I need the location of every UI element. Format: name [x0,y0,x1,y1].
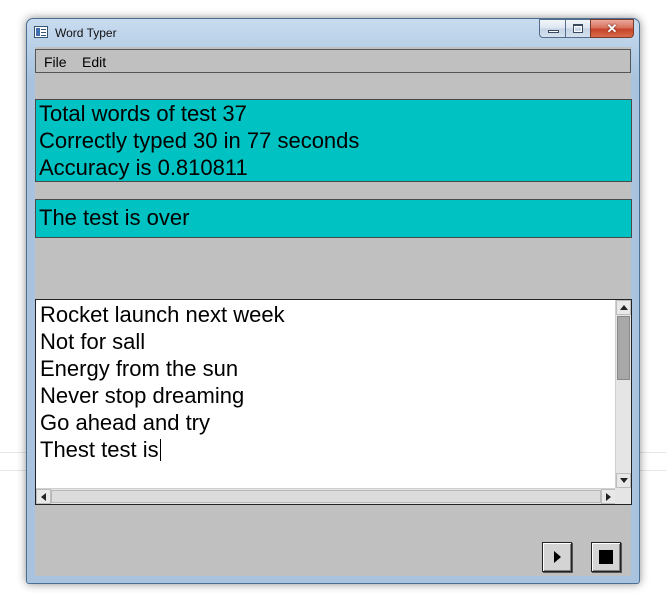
text-line: Rocket launch next week [40,302,285,327]
total-words-text: Total words of test 37 [39,101,247,126]
caption-buttons: ✕ [539,19,634,38]
arrow-up-icon [620,305,628,310]
horizontal-scroll-thumb[interactable] [51,490,601,503]
arrow-down-icon [620,478,628,483]
text-caret [159,439,161,461]
scroll-left-button[interactable] [36,489,51,504]
maximize-icon [573,24,583,33]
client-area: File Edit Total words of test 37 Correct… [35,47,632,576]
minimize-icon [548,30,559,33]
title-bar[interactable]: Word Typer ✕ [27,19,639,47]
accuracy-text: Accuracy is 0.810811 [39,155,248,180]
text-line-content: Thest test is [40,437,159,462]
menu-file[interactable]: File [44,54,67,70]
menu-bar: File Edit [35,49,631,73]
window-title: Word Typer [55,26,117,40]
scrollbar-corner [615,488,631,504]
horizontal-scrollbar[interactable] [36,488,616,504]
status-panel: The test is over [35,199,632,238]
scroll-up-button[interactable] [616,300,631,315]
text-line: Go ahead and try [40,410,211,435]
correct-typed-text: Correctly typed 30 in 77 seconds [39,128,360,153]
app-icon[interactable] [34,26,48,38]
stop-button[interactable] [591,542,621,572]
scroll-down-button[interactable] [616,473,631,488]
text-line: Not for sall [40,329,146,354]
status-message: The test is over [39,205,190,230]
stop-icon [599,550,613,564]
arrow-right-icon [606,493,611,501]
close-button[interactable]: ✕ [590,19,634,38]
word-typer-window: Word Typer ✕ File Edit Total words of te… [26,18,640,584]
vertical-scrollbar[interactable] [615,300,631,488]
close-icon: ✕ [606,21,618,36]
play-button[interactable] [542,542,572,572]
results-panel: Total words of test 37 Correctly typed 3… [35,99,632,182]
typed-text[interactable]: Rocket launch next week Not for sall Energ… [40,301,612,487]
menu-edit[interactable]: Edit [82,54,106,70]
play-icon [554,551,561,563]
typing-text-area[interactable]: Rocket launch next week Not for sall Energ… [35,299,632,505]
text-line: Never stop dreaming [40,383,245,408]
text-line: Energy from the sun [40,356,239,381]
maximize-button[interactable] [565,19,590,38]
vertical-scroll-thumb[interactable] [617,316,630,380]
minimize-button[interactable] [539,19,565,38]
text-line-current: Thest test is [40,436,612,463]
scroll-right-button[interactable] [601,489,616,504]
arrow-left-icon [41,493,46,501]
